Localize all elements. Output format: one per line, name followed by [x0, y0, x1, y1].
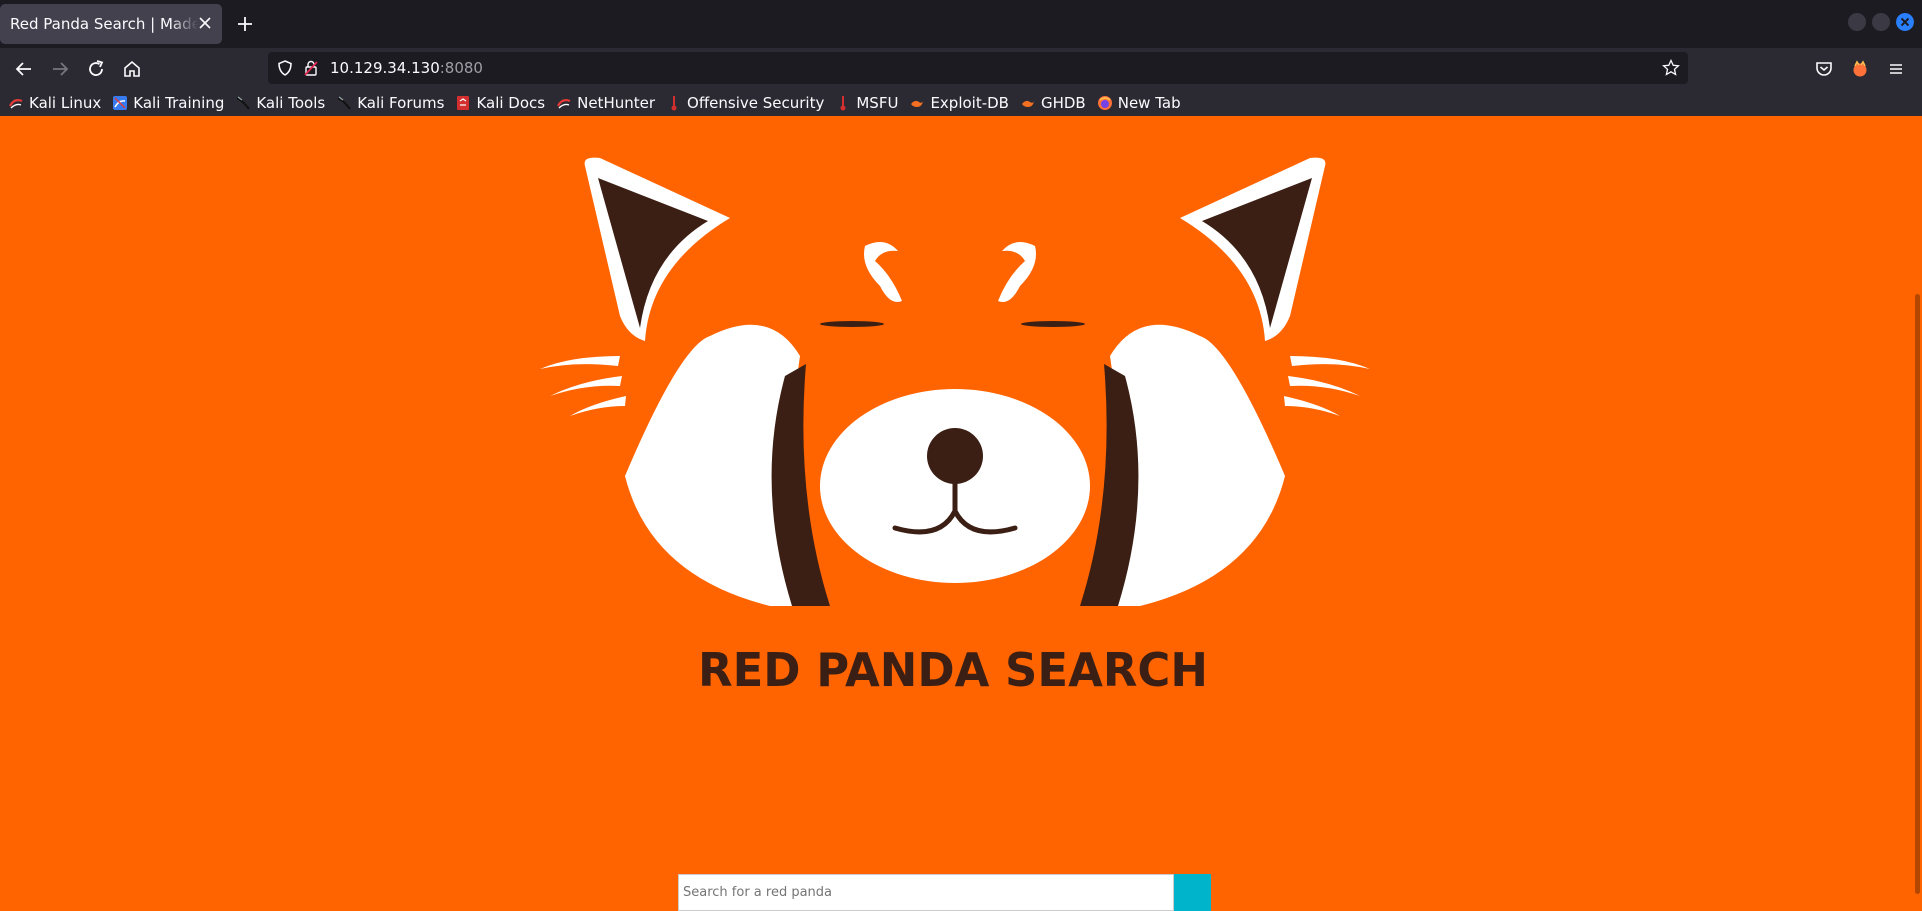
search-form [678, 874, 1211, 911]
search-input[interactable] [678, 874, 1174, 911]
exploit-db-icon [911, 100, 924, 107]
bookmark-kali-training[interactable]: Kali Training [112, 94, 224, 112]
tab-active[interactable]: Red Panda Search | Made with Spring Boot [0, 4, 222, 44]
reload-icon[interactable] [84, 57, 108, 81]
bookmark-kali-linux[interactable]: Kali Linux [8, 94, 101, 112]
bookmark-label: NetHunter [577, 94, 656, 112]
bookmark-label: Offensive Security [687, 94, 825, 112]
bookmark-new-tab[interactable]: New Tab [1097, 94, 1181, 112]
firefox-account-icon[interactable] [1848, 57, 1872, 81]
msfu-icon [840, 96, 846, 111]
nethunter-icon [557, 99, 571, 109]
back-icon[interactable] [12, 57, 36, 81]
bookmark-label: MSFU [856, 94, 899, 112]
kali-training-icon [113, 96, 128, 110]
tab-title: Red Panda Search | Made with Spring Boot [10, 15, 198, 33]
url-port: :8080 [439, 59, 483, 77]
tracking-protection-shield-icon[interactable] [276, 59, 294, 77]
bookmark-label: Kali Forums [357, 94, 445, 112]
bookmark-exploit-db[interactable]: Exploit-DB [909, 94, 1009, 112]
red-panda-search-title: RED PANDA SEARCH [698, 643, 1208, 696]
insecure-lock-icon[interactable] [302, 59, 320, 77]
bookmarks-toolbar: Kali Linux Kali Training Kali Tools Kali… [0, 90, 1922, 116]
bookmark-label: Kali Training [133, 94, 225, 112]
forward-icon[interactable] [48, 57, 72, 81]
bookmark-label: Exploit-DB [930, 94, 1009, 112]
minimize-window-button[interactable] [1848, 13, 1866, 31]
url-text[interactable]: 10.129.34.130:8080 [330, 59, 483, 77]
pocket-icon[interactable] [1812, 57, 1836, 81]
bookmark-ghdb[interactable]: GHDB [1020, 94, 1086, 112]
new-tab-button[interactable] [232, 12, 258, 36]
bookmark-star-icon[interactable] [1662, 59, 1680, 77]
red-panda-logo [540, 157, 1370, 606]
ghdb-icon [1021, 100, 1034, 107]
bookmark-nethunter[interactable]: NetHunter [556, 94, 655, 112]
kali-tools-icon [236, 96, 251, 110]
firefox-icon [1097, 96, 1112, 110]
bookmark-label: Kali Docs [476, 94, 546, 112]
tab-strip: Red Panda Search | Made with Spring Boot [0, 0, 1922, 48]
bookmark-label: Kali Tools [256, 94, 326, 112]
menu-icon[interactable] [1884, 57, 1908, 81]
kali-forums-icon [337, 96, 351, 110]
page-scrollbar[interactable] [1915, 294, 1920, 894]
close-window-button[interactable] [1896, 13, 1914, 31]
page-content: RED PANDA SEARCH [0, 116, 1922, 911]
kali-dragon-icon [9, 99, 23, 109]
bookmark-msfu[interactable]: MSFU [835, 94, 898, 112]
logo-title-text: RED PANDA SEARCH [698, 643, 1208, 696]
maximize-window-button[interactable] [1872, 13, 1890, 31]
close-tab-icon[interactable] [196, 14, 214, 32]
kali-docs-icon [457, 96, 470, 110]
bookmark-kali-forums[interactable]: Kali Forums [336, 94, 444, 112]
search-button[interactable] [1174, 874, 1211, 911]
bookmark-label: GHDB [1040, 94, 1086, 112]
offsec-icon [671, 96, 677, 111]
bookmark-kali-tools[interactable]: Kali Tools [235, 94, 325, 112]
home-icon[interactable] [120, 57, 144, 81]
url-host: 10.129.34.130 [330, 59, 440, 77]
navigation-toolbar: 10.129.34.130:8080 [0, 48, 1922, 90]
bookmark-label: New Tab [1117, 94, 1181, 112]
bookmark-offensive-security[interactable]: Offensive Security [666, 94, 824, 112]
address-bar[interactable]: 10.129.34.130:8080 [268, 52, 1688, 84]
bookmark-label: Kali Linux [29, 94, 102, 112]
bookmark-kali-docs[interactable]: Kali Docs [455, 94, 545, 112]
